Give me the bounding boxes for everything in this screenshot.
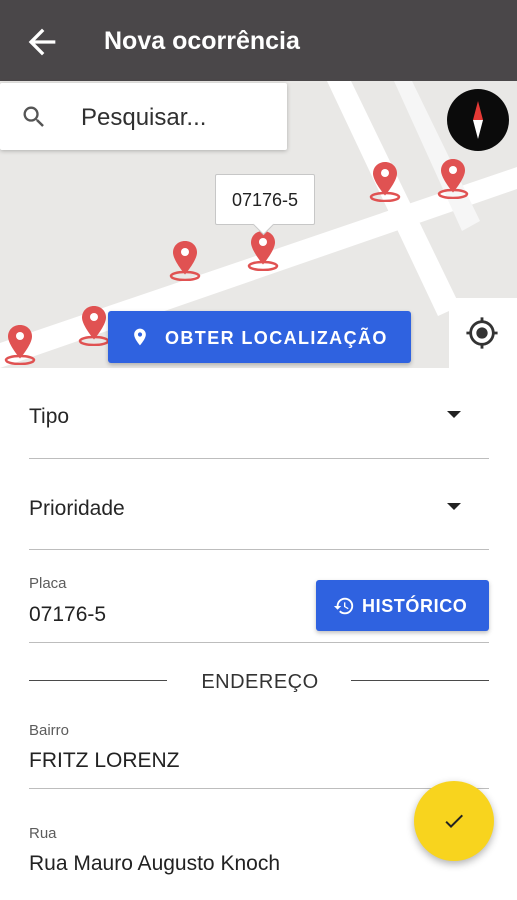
- compass-button[interactable]: [447, 89, 509, 151]
- historico-button[interactable]: HISTÓRICO: [316, 580, 489, 631]
- check-icon: [445, 814, 463, 828]
- section-divider-left: [29, 680, 167, 681]
- get-location-button[interactable]: OBTER LOCALIZAÇÃO: [108, 311, 411, 363]
- map-marker[interactable]: [436, 157, 470, 199]
- historico-label: HISTÓRICO: [362, 596, 468, 616]
- arrow-left-icon: [28, 28, 56, 56]
- page-title: Nova ocorrência: [104, 27, 300, 55]
- search-input[interactable]: Pesquisar...: [81, 104, 206, 132]
- location-pin-icon: [134, 328, 146, 346]
- confirm-fab[interactable]: [414, 781, 494, 861]
- map-marker[interactable]: [3, 323, 37, 365]
- rua-label: Rua: [29, 825, 57, 842]
- bairro-label: Bairro: [29, 722, 70, 739]
- rua-input[interactable]: Rua Mauro Augusto Knoch: [29, 852, 280, 876]
- bairro-input[interactable]: FRITZ LORENZ: [29, 749, 180, 773]
- map-marker[interactable]: [77, 304, 111, 346]
- placa-underline: [29, 642, 489, 643]
- section-divider-right: [351, 680, 489, 681]
- prioridade-dropdown-icon[interactable]: [447, 503, 461, 510]
- tipo-dropdown-icon[interactable]: [447, 411, 461, 418]
- map-marker[interactable]: [368, 160, 402, 202]
- tipo-underline: [29, 458, 489, 459]
- placa-label: Placa: [29, 575, 67, 592]
- my-location-button[interactable]: [449, 298, 517, 368]
- tipo-label: Tipo: [29, 405, 70, 428]
- get-location-label: OBTER LOCALIZAÇÃO: [165, 328, 388, 348]
- app-bar: Nova ocorrência: [0, 0, 517, 81]
- placa-input[interactable]: 07176-5: [29, 603, 106, 627]
- map-search-box[interactable]: Pesquisar...: [0, 83, 287, 150]
- prioridade-underline: [29, 549, 489, 550]
- prioridade-label: Prioridade: [29, 497, 125, 520]
- compass-icon: [473, 101, 483, 139]
- history-icon: [333, 597, 354, 615]
- back-button[interactable]: [22, 22, 62, 62]
- bairro-underline: [29, 788, 489, 789]
- section-title: ENDEREÇO: [201, 671, 319, 693]
- prioridade-select[interactable]: Prioridade: [29, 497, 489, 537]
- map-marker[interactable]: [168, 239, 202, 281]
- tipo-select[interactable]: Tipo: [29, 405, 489, 445]
- search-icon: [23, 106, 44, 127]
- my-location-icon: [466, 317, 498, 349]
- marker-callout: 07176-5: [215, 174, 315, 225]
